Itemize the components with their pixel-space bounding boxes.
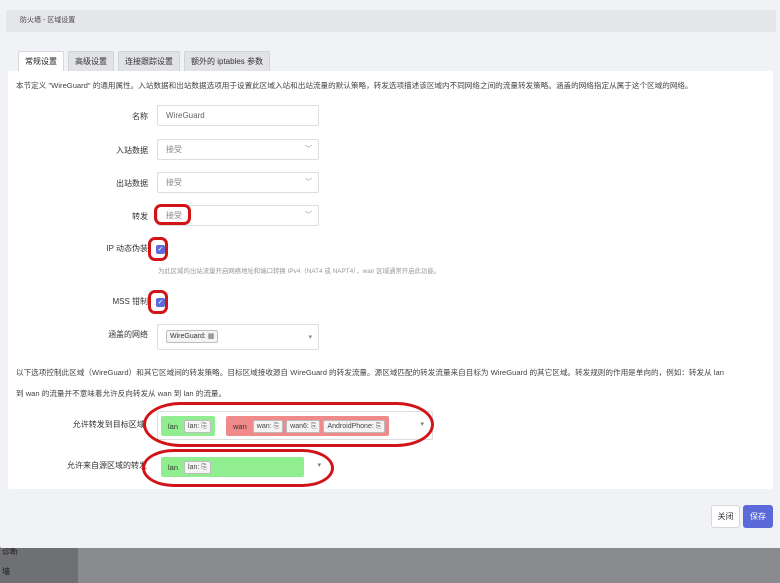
- check-icon: ✓: [157, 246, 164, 253]
- network-chip-label: WireGuard:: [170, 333, 206, 340]
- zone-wan[interactable]: wan wan: ⎘ wan6: ⎘ AndroidPhone: ⎘: [226, 416, 390, 436]
- chevron-down-icon: ▾: [420, 421, 424, 428]
- modal-title: 防火墙 - 区域设置: [6, 10, 776, 32]
- interface-chip: lan: ⎘: [184, 419, 211, 433]
- mss-clamping-checkbox[interactable]: ✓: [156, 298, 165, 307]
- network-interface-icon: ⎘: [201, 422, 207, 430]
- output-policy-label: 出站数据: [116, 179, 148, 188]
- interface-chip: wan6: ⎘: [286, 419, 321, 433]
- forwarding-description-line2: 到 wan 的流量并不意味着允许反向转发从 wan 到 lan 的流量。: [16, 389, 227, 398]
- tab-advanced[interactable]: 高级设置: [68, 51, 114, 71]
- chevron-down-icon: ﹀: [305, 146, 312, 153]
- chevron-down-icon: ﹀: [305, 179, 312, 186]
- forward-from-src-label: 允许来自源区域的转发: [67, 461, 147, 470]
- tab-general[interactable]: 常规设置: [18, 51, 64, 71]
- input-policy-select[interactable]: 接受 ﹀: [157, 139, 319, 160]
- zone-settings-modal: 防火墙 - 区域设置 常规设置 高级设置 连接跟踪设置 额外的 iptables…: [0, 0, 780, 548]
- zone-name: lan: [168, 421, 179, 431]
- network-interface-icon: ⎘: [310, 422, 317, 430]
- zone-name: wan: [233, 421, 247, 431]
- forward-from-src-select[interactable]: lan lan: ⎘ ▾: [157, 452, 330, 481]
- network-interface-icon: ⎘: [375, 422, 382, 430]
- interface-chip: AndroidPhone: ⎘: [323, 419, 386, 433]
- network-chip[interactable]: WireGuard: ▦: [166, 330, 219, 343]
- masquerading-checkbox[interactable]: ✓: [156, 245, 165, 254]
- output-policy-select[interactable]: 接受 ﹀: [157, 172, 319, 193]
- tab-extra-iptables[interactable]: 额外的 iptables 参数: [184, 51, 271, 71]
- covered-networks-select[interactable]: WireGuard: ▦ ▾: [157, 324, 319, 350]
- name-input[interactable]: WireGuard: [157, 105, 319, 126]
- network-interface-icon: ⎘: [273, 422, 280, 430]
- close-button[interactable]: 关闭: [711, 505, 740, 528]
- zone-lan[interactable]: lan lan: ⎘: [161, 416, 215, 436]
- network-interface-icon: ▦: [207, 333, 215, 340]
- chevron-down-icon: ﹀: [305, 212, 312, 219]
- interface-chip: wan: ⎘: [252, 419, 284, 433]
- forward-policy-value: 接受: [166, 211, 182, 220]
- general-description: 本节定义 "WireGuard" 的通用属性。入站数据和出站数据选项用于设置此区…: [16, 81, 693, 90]
- zone-lan[interactable]: lan lan: ⎘: [161, 457, 304, 477]
- forwarding-description-line1: 以下选项控制此区域（WireGuard）和其它区域间的转发策略。目标区域接收源自…: [16, 368, 724, 377]
- tab-conntrack[interactable]: 连接跟踪设置: [118, 51, 180, 71]
- check-icon: ✓: [157, 299, 164, 306]
- forward-policy-select[interactable]: 接受 ﹀: [157, 205, 319, 226]
- input-policy-label: 入站数据: [116, 146, 148, 155]
- input-policy-value: 接受: [166, 145, 182, 154]
- covered-networks-label: 涵盖的网络: [108, 330, 148, 339]
- chevron-down-icon: ▾: [317, 462, 321, 469]
- forward-to-dest-select[interactable]: lan lan: ⎘ wan wan: ⎘ wan6: ⎘ AndroidPhone:…: [157, 411, 433, 440]
- forward-to-dest-label: 允许转发到目标区域:: [72, 420, 147, 429]
- save-button[interactable]: 保存: [743, 505, 773, 528]
- name-label: 名称: [132, 112, 148, 121]
- general-settings-panel: 本节定义 "WireGuard" 的通用属性。入站数据和出站数据选项用于设置此区…: [8, 71, 773, 489]
- network-interface-icon: ⎘: [201, 463, 207, 471]
- zone-name: lan: [168, 462, 179, 472]
- forward-policy-label: 转发: [132, 212, 148, 221]
- mss-clamping-label: MSS 钳制: [112, 297, 148, 306]
- masquerading-help: 为此区域的出站流量开启网络地址和端口转换 IPv4（NAT4 或 NAPT4），…: [158, 268, 441, 275]
- masquerading-label: IP 动态伪装: [106, 244, 148, 253]
- backdrop-nav-firewall[interactable]: 墙: [0, 566, 10, 577]
- output-policy-value: 接受: [166, 178, 182, 187]
- interface-chip: lan: ⎘: [184, 460, 211, 474]
- tab-bar: 常规设置 高级设置 连接跟踪设置 额外的 iptables 参数: [18, 51, 271, 71]
- chevron-down-icon: ▾: [308, 334, 312, 341]
